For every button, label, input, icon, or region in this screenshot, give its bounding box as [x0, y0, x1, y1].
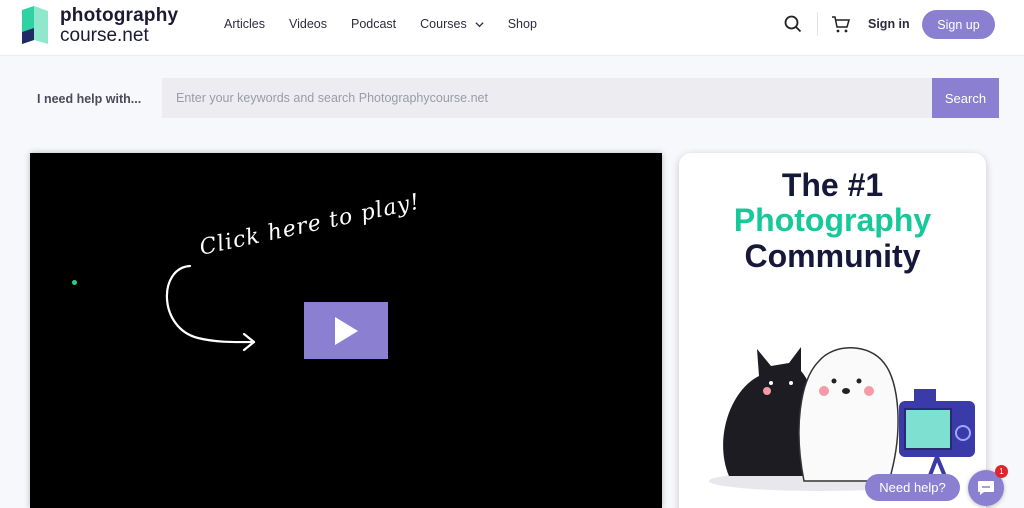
search-button[interactable]: Search	[932, 78, 999, 118]
chat-help-bubble[interactable]: Need help?	[865, 474, 960, 501]
search-help-label: I need help with...	[37, 92, 142, 106]
chat-notification-badge: 1	[995, 465, 1008, 478]
nav-videos[interactable]: Videos	[289, 17, 327, 31]
logo-text-line1: photography	[60, 5, 179, 26]
nav-podcast[interactable]: Podcast	[351, 17, 396, 31]
play-icon	[335, 316, 358, 345]
cart-icon[interactable]	[831, 14, 851, 34]
curved-arrow-icon	[165, 264, 256, 352]
nav-courses-label: Courses	[420, 17, 467, 31]
sign-up-button[interactable]: Sign up	[922, 10, 995, 39]
community-promo-card[interactable]: The #1 Photography Community	[679, 153, 986, 508]
logo-mark-icon	[22, 6, 48, 44]
header-divider	[817, 12, 818, 36]
sign-in-link[interactable]: Sign in	[868, 17, 910, 31]
promo-heading-line1: The #1	[781, 167, 884, 203]
search-icon[interactable]	[784, 15, 802, 33]
video-dot-marker	[72, 280, 77, 285]
play-button[interactable]	[304, 302, 388, 359]
main-nav: Articles Videos Podcast Courses Shop	[224, 0, 561, 48]
nav-articles[interactable]: Articles	[224, 17, 265, 31]
promo-heading-line3: Community	[744, 238, 921, 274]
nav-shop[interactable]: Shop	[508, 17, 537, 31]
promo-heading-line2: Photography	[733, 202, 932, 238]
nav-courses[interactable]: Courses	[420, 17, 484, 31]
search-input[interactable]	[162, 78, 932, 118]
logo-text-line2: course.net	[60, 25, 149, 46]
site-logo[interactable]: photography course.net	[22, 6, 192, 48]
site-header: photography course.net Articles Videos P…	[0, 0, 1024, 56]
chevron-down-icon	[475, 21, 484, 27]
cat-dog-camera-illustration	[709, 347, 975, 491]
chat-icon	[978, 481, 994, 495]
search-bar: Search	[162, 78, 999, 118]
